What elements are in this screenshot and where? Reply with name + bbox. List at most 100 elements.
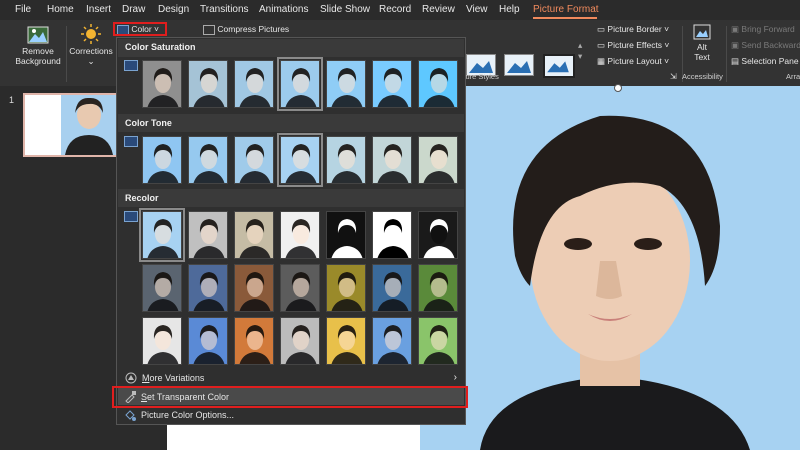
ribbon-separator bbox=[66, 26, 67, 82]
more-variations-item[interactable]: More Variations › bbox=[125, 372, 459, 386]
alt-text-button[interactable]: Alt Text bbox=[686, 24, 718, 62]
picture-layout-label: Picture Layout bbox=[607, 56, 662, 66]
arrange-group-label: Arra bbox=[786, 72, 800, 81]
recolor-row1-option-1[interactable] bbox=[139, 208, 185, 262]
compress-pictures-button[interactable]: Compress Pictures bbox=[203, 24, 289, 35]
send-backward-button[interactable]: ▣ Send Backward bbox=[731, 40, 800, 51]
menu-bar: File Home Insert Draw Design Transitions… bbox=[0, 0, 800, 20]
remove-background-icon bbox=[27, 26, 49, 44]
accessibility-group-label: Accessibility bbox=[682, 72, 723, 81]
alt-text-label-2: Text bbox=[694, 52, 710, 62]
recolor-row1-option-6[interactable] bbox=[372, 211, 412, 259]
section-band bbox=[118, 189, 464, 207]
tab-transitions[interactable]: Transitions bbox=[200, 4, 249, 15]
tab-help[interactable]: Help bbox=[499, 4, 520, 15]
tone-option-5[interactable] bbox=[326, 136, 366, 184]
recolor-row2-option-3[interactable] bbox=[234, 264, 274, 312]
saturation-option-7[interactable] bbox=[418, 60, 458, 108]
picture-border-button[interactable]: ▭ Picture Border ˅ bbox=[597, 24, 669, 35]
picture-style-thumb[interactable] bbox=[504, 54, 534, 76]
recolor-row3-option-3[interactable] bbox=[234, 317, 274, 365]
tab-view[interactable]: View bbox=[466, 4, 488, 15]
tab-draw[interactable]: Draw bbox=[122, 4, 145, 15]
set-transparent-color-red-box bbox=[112, 386, 468, 408]
picture-effects-label: Picture Effects bbox=[607, 40, 663, 50]
send-backward-icon: ▣ bbox=[731, 40, 742, 50]
tab-review[interactable]: Review bbox=[422, 4, 455, 15]
tone-option-4[interactable] bbox=[277, 133, 323, 187]
tab-home[interactable]: Home bbox=[47, 4, 74, 15]
bring-forward-icon: ▣ bbox=[731, 24, 742, 34]
saturation-option-1[interactable] bbox=[142, 60, 182, 108]
remove-background-label-1: Remove bbox=[22, 46, 54, 56]
tone-option-2[interactable] bbox=[188, 136, 228, 184]
picture-style-thumb[interactable] bbox=[543, 54, 575, 78]
picture-layout-icon: ▦ bbox=[597, 56, 608, 66]
sun-icon bbox=[81, 24, 101, 44]
picture-border-label: Picture Border bbox=[607, 24, 662, 34]
tab-design[interactable]: Design bbox=[158, 4, 189, 15]
alt-text-label-1: Alt bbox=[697, 42, 707, 52]
recolor-row1-option-2[interactable] bbox=[188, 211, 228, 259]
tab-slide-show[interactable]: Slide Show bbox=[320, 4, 370, 15]
recolor-row1-option-7[interactable] bbox=[418, 211, 458, 259]
recolor-row3-option-2[interactable] bbox=[188, 317, 228, 365]
recolor-row2-option-1[interactable] bbox=[142, 264, 182, 312]
recolor-row3-option-5[interactable] bbox=[326, 317, 366, 365]
saturation-option-3[interactable] bbox=[234, 60, 274, 108]
picture-effects-button[interactable]: ▭ Picture Effects ˅ bbox=[597, 40, 669, 51]
recolor-row2-option-7[interactable] bbox=[418, 264, 458, 312]
selection-pane-button[interactable]: ▤ Selection Pane bbox=[731, 56, 799, 67]
resize-handle[interactable] bbox=[614, 84, 622, 92]
recolor-row1-option-5[interactable] bbox=[326, 211, 366, 259]
recolor-row3-option-6[interactable] bbox=[372, 317, 412, 365]
saturation-option-2[interactable] bbox=[188, 60, 228, 108]
corrections-button[interactable]: Corrections ⌄ bbox=[68, 24, 114, 66]
recolor-row1-option-4[interactable] bbox=[280, 211, 320, 259]
remove-background-label-2: Background bbox=[15, 56, 61, 66]
tone-option-6[interactable] bbox=[372, 136, 412, 184]
chevron-right-icon: › bbox=[453, 372, 457, 383]
more-variations-label: More Variations bbox=[142, 373, 205, 383]
tone-option-1[interactable] bbox=[142, 136, 182, 184]
bring-forward-button[interactable]: ▣ Bring Forward bbox=[731, 24, 795, 35]
thumbnail-photo bbox=[61, 95, 117, 155]
portrait-image bbox=[480, 115, 750, 450]
chevron-down-icon: ⌄ bbox=[87, 56, 95, 66]
picture-color-options-label: Picture Color Options... bbox=[141, 410, 235, 420]
recolor-row2-option-5[interactable] bbox=[326, 264, 366, 312]
tab-file[interactable]: File bbox=[15, 4, 31, 15]
alt-text-icon bbox=[693, 24, 711, 40]
picture-layout-button[interactable]: ▦ Picture Layout ˅ bbox=[597, 56, 669, 67]
recolor-row2-option-6[interactable] bbox=[372, 264, 412, 312]
color-saturation-icon bbox=[124, 60, 138, 71]
more-variations-icon bbox=[125, 372, 137, 384]
tab-picture-format[interactable]: Picture Format bbox=[533, 4, 599, 15]
recolor-row3-option-4[interactable] bbox=[280, 317, 320, 365]
recolor-row3-option-7[interactable] bbox=[418, 317, 458, 365]
saturation-option-6[interactable] bbox=[372, 60, 412, 108]
saturation-option-5[interactable] bbox=[326, 60, 366, 108]
color-saturation-heading: Color Saturation bbox=[125, 42, 196, 52]
tab-animations[interactable]: Animations bbox=[259, 4, 308, 15]
selected-picture[interactable] bbox=[420, 86, 800, 450]
selection-pane-label: Selection Pane bbox=[741, 56, 799, 66]
tab-insert[interactable]: Insert bbox=[86, 4, 111, 15]
slide-thumbnail[interactable] bbox=[23, 93, 119, 157]
color-button-highlight bbox=[113, 22, 167, 36]
recolor-row2-option-2[interactable] bbox=[188, 264, 228, 312]
picture-effects-icon: ▭ bbox=[597, 40, 608, 50]
paint-bucket-icon bbox=[125, 410, 136, 421]
tone-option-3[interactable] bbox=[234, 136, 274, 184]
picture-color-options-item[interactable]: Picture Color Options... bbox=[124, 409, 458, 423]
remove-background-button[interactable]: Remove Background bbox=[12, 26, 64, 66]
tone-option-7[interactable] bbox=[418, 136, 458, 184]
recolor-row2-option-4[interactable] bbox=[280, 264, 320, 312]
recolor-row1-option-3[interactable] bbox=[234, 211, 274, 259]
saturation-option-4[interactable] bbox=[277, 57, 323, 111]
tab-record[interactable]: Record bbox=[379, 4, 411, 15]
styles-scroll-icon[interactable]: ▴ ▾ bbox=[578, 40, 582, 62]
recolor-row3-option-1[interactable] bbox=[142, 317, 182, 365]
corrections-label: Corrections bbox=[69, 46, 113, 56]
dialog-launcher-icon[interactable]: ⇲ bbox=[670, 72, 677, 81]
